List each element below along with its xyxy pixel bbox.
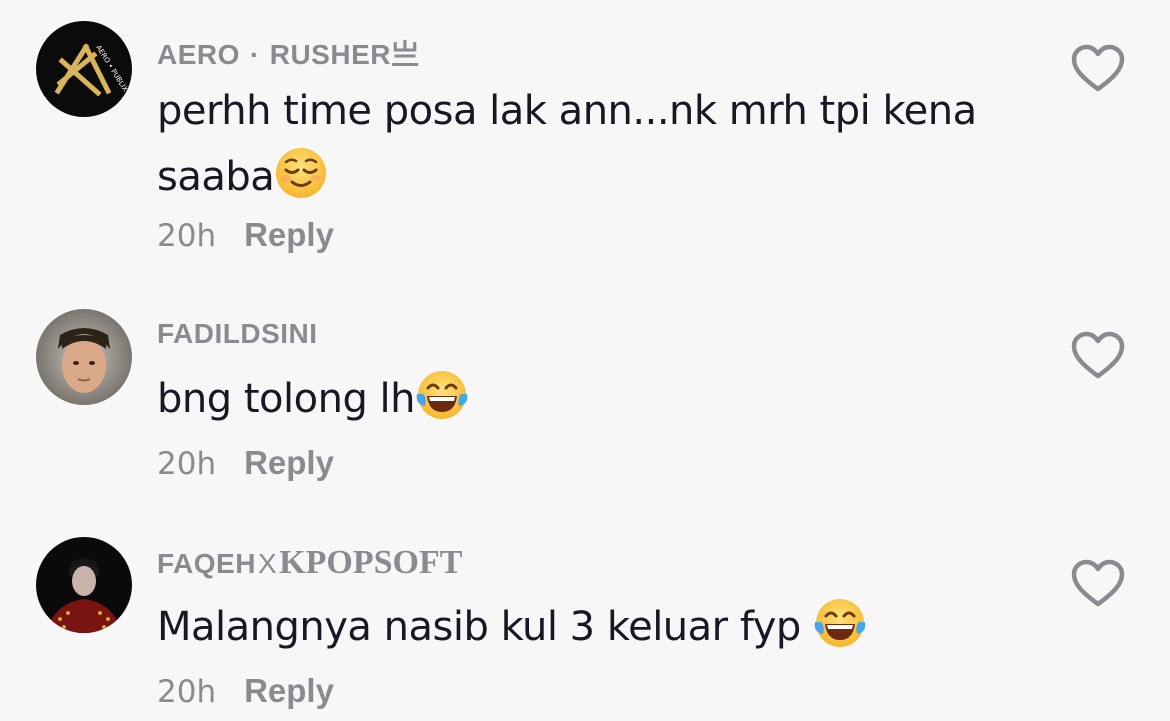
timestamp: 20h	[157, 446, 217, 482]
heart-outline-icon[interactable]	[1070, 559, 1126, 609]
profile-photo-icon	[36, 537, 132, 633]
reply-button[interactable]: Reply	[244, 444, 334, 481]
reply-button[interactable]: Reply	[244, 216, 334, 253]
x-separator: X	[257, 548, 278, 579]
comment-text: perhh time posa lak ann...nk mrh tpi ken…	[157, 88, 977, 200]
avatar[interactable]	[36, 309, 132, 405]
timestamp: 20h	[157, 674, 217, 710]
comment-meta: 20h Reply	[157, 444, 334, 482]
profile-photo-icon	[36, 309, 132, 405]
username[interactable]: FAQEHXKPOPSOFT	[157, 544, 462, 582]
tears-of-joy-emoji-icon	[416, 371, 468, 419]
heart-outline-icon[interactable]	[1070, 331, 1126, 381]
comment-text: Malangnya nasib kul 3 keluar fyp	[157, 594, 1017, 660]
comment-meta: 20h Reply	[157, 216, 334, 254]
heart-outline-icon[interactable]	[1070, 44, 1126, 94]
avatar[interactable]	[36, 537, 132, 633]
avatar[interactable]: AERO • PUBLIX	[36, 21, 132, 117]
tears-of-joy-emoji-icon	[814, 599, 866, 647]
comment-text: bng tolong lh	[157, 366, 1017, 432]
username[interactable]: AERO · RUSHER亗	[157, 33, 419, 73]
username[interactable]: FADILDSINI	[157, 318, 318, 350]
reply-button[interactable]: Reply	[244, 672, 334, 709]
timestamp: 20h	[157, 218, 217, 254]
relieved-face-emoji-icon	[276, 148, 327, 198]
comment-meta: 20h Reply	[157, 672, 334, 710]
aero-logo-icon: AERO • PUBLIX	[36, 21, 132, 117]
